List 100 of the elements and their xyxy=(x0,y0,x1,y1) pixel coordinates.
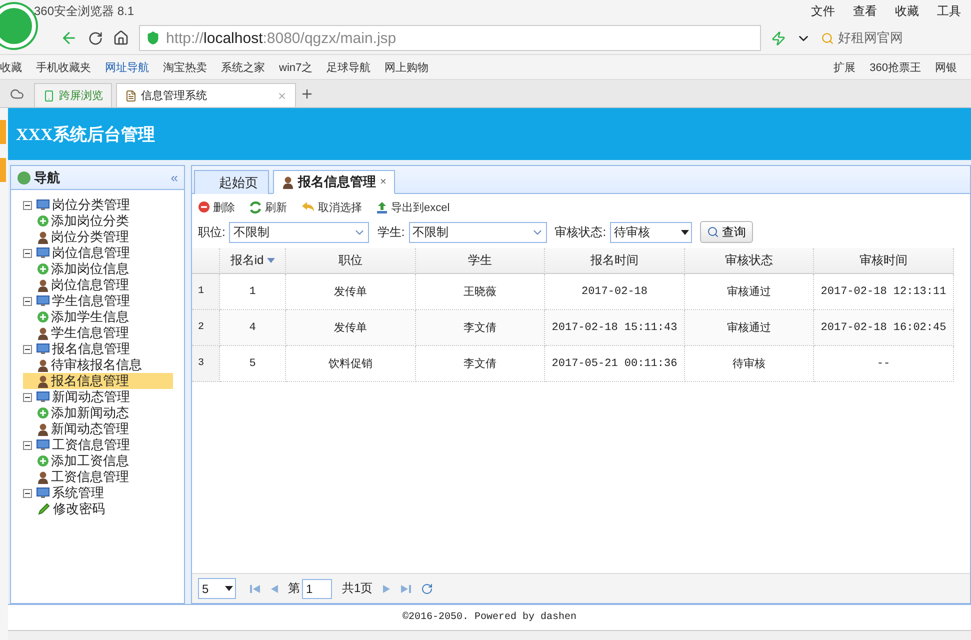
panel-tab[interactable]: 报名信息管理 × xyxy=(273,170,396,194)
person-icon xyxy=(37,422,49,436)
tree-item[interactable]: 添加新闻动态 xyxy=(23,405,173,421)
favorites-menu[interactable]: 收藏 xyxy=(0,60,22,74)
table-cell: 李文倩 xyxy=(416,346,545,382)
close-tab-button[interactable]: × xyxy=(380,176,386,188)
tree-item[interactable]: 岗位信息管理 xyxy=(23,277,173,293)
tree-item[interactable]: 工资信息管理 xyxy=(23,469,173,485)
person-icon xyxy=(37,230,49,244)
tree-group[interactable]: 岗位分类管理 xyxy=(23,197,184,213)
collapse-icon[interactable] xyxy=(23,248,32,258)
tree-item[interactable]: 岗位分类管理 xyxy=(23,229,173,245)
toolbar-button[interactable]: 取消选择 xyxy=(301,200,362,214)
menu-item[interactable]: 文件 xyxy=(811,2,835,20)
tree-item[interactable]: 添加岗位分类 xyxy=(23,213,173,229)
monitor-icon xyxy=(36,391,50,403)
monitor-icon xyxy=(36,199,50,211)
row-number: 3 xyxy=(192,346,220,382)
menu-item[interactable]: 查看 xyxy=(853,2,877,20)
filter-label: 职位: xyxy=(198,224,226,240)
delete-icon xyxy=(198,201,210,213)
column-header[interactable]: 审核时间 xyxy=(814,248,954,274)
bookmark-link[interactable]: 网上购物 xyxy=(384,60,429,74)
filter-label: 审核状态: xyxy=(554,224,606,240)
table-cell: 王晓薇 xyxy=(416,274,545,310)
extension-button[interactable]: 扩展 xyxy=(834,60,856,74)
combo-field[interactable]: 不限制 xyxy=(408,222,547,242)
home-icon[interactable] xyxy=(113,30,129,46)
bookmark-link[interactable]: 系统之家 xyxy=(221,60,265,74)
select-field[interactable]: 待审核 xyxy=(610,222,692,242)
menu-item[interactable]: 收藏 xyxy=(895,2,919,20)
address-field[interactable]: http://localhost:8080/qgzx/main.jsp xyxy=(139,25,761,51)
tree-item[interactable]: 添加工资信息 xyxy=(23,453,173,469)
toolbar-button[interactable]: 导出到excel xyxy=(376,200,450,214)
table-cell: 待审核 xyxy=(685,346,814,382)
search-icon xyxy=(821,32,834,44)
collapse-icon[interactable] xyxy=(23,440,32,450)
table-cell: 发传单 xyxy=(286,274,416,310)
window-title: 360安全浏览器 8.1 xyxy=(34,2,134,20)
table-cell: 审核通过 xyxy=(685,310,814,346)
dropdown-arrow-icon[interactable] xyxy=(225,586,233,591)
collapse-icon[interactable] xyxy=(23,200,32,210)
row-number: 2 xyxy=(192,310,220,346)
table-cell: 1 xyxy=(220,274,286,310)
bookmark-link[interactable]: 网址导航 xyxy=(105,60,149,74)
bookmark-link[interactable]: 足球导航 xyxy=(326,60,371,74)
column-header[interactable]: 职位 xyxy=(286,248,416,274)
tree-item[interactable]: 新闻动态管理 xyxy=(23,421,173,437)
toolbar-button[interactable]: 刷新 xyxy=(249,200,287,214)
reload-icon[interactable] xyxy=(88,30,103,46)
reload-icon[interactable] xyxy=(420,582,433,594)
menu-item[interactable]: 工具 xyxy=(937,2,961,20)
monitor-icon xyxy=(36,247,50,259)
page-total: 共1页 xyxy=(342,580,373,597)
browser-tab[interactable]: 跨屏浏览 xyxy=(34,83,112,107)
cloud-icon[interactable] xyxy=(10,86,24,100)
table-cell: 5 xyxy=(220,346,286,382)
phone-icon xyxy=(43,90,55,102)
tree-item[interactable]: 学生信息管理 xyxy=(23,325,173,341)
extension-button[interactable]: 360抢票王 xyxy=(870,60,921,74)
collapse-icon[interactable] xyxy=(23,344,32,354)
tree-group[interactable]: 系统管理 xyxy=(23,485,184,501)
monitor-icon xyxy=(36,487,50,499)
collapse-icon[interactable] xyxy=(23,296,32,306)
tree-group[interactable]: 报名信息管理 xyxy=(23,341,184,357)
search-field[interactable]: 好租网官网 xyxy=(821,29,961,47)
tree-group[interactable]: 岗位信息管理 xyxy=(23,245,184,261)
tree-item[interactable]: 报名信息管理 xyxy=(23,373,173,389)
tree-group[interactable]: 新闻动态管理 xyxy=(23,389,184,405)
toolbar-button[interactable]: 删除 xyxy=(198,200,235,214)
bookmark-link[interactable]: win7之 xyxy=(279,60,313,74)
undo-arrow-icon xyxy=(301,201,315,213)
table-cell: 2017-05-21 00:11:36 xyxy=(545,346,685,382)
column-header[interactable]: 审核状态 xyxy=(685,248,814,274)
tree-group[interactable]: 学生信息管理 xyxy=(23,293,184,309)
tree-item[interactable]: 添加学生信息 xyxy=(23,309,173,325)
tree-item[interactable]: 添加岗位信息 xyxy=(23,261,173,277)
add-icon xyxy=(37,455,49,467)
tree-item[interactable]: 待审核报名信息 xyxy=(23,357,173,373)
person-icon xyxy=(37,358,49,372)
bookmark-link[interactable]: 淘宝热卖 xyxy=(163,60,207,74)
collapse-icon[interactable] xyxy=(23,392,32,402)
page-size-select[interactable]: 5 xyxy=(198,578,236,599)
column-header[interactable]: 学生 xyxy=(416,248,545,274)
new-tab-icon[interactable] xyxy=(300,86,314,100)
person-icon xyxy=(37,278,49,292)
close-icon[interactable] xyxy=(277,90,287,100)
extension-button[interactable]: 网银 xyxy=(935,60,957,74)
browser-tab[interactable]: 信息管理系统 xyxy=(116,83,296,107)
tree-group[interactable]: 工资信息管理 xyxy=(23,437,184,453)
dropdown-arrow-icon[interactable] xyxy=(681,230,690,234)
column-header[interactable]: 报名id xyxy=(220,248,286,274)
page-input[interactable]: 1 xyxy=(302,578,332,598)
query-button[interactable]: 查询 xyxy=(700,221,754,243)
bookmark-link[interactable]: 手机收藏夹 xyxy=(36,60,91,74)
column-header[interactable]: 报名时间 xyxy=(545,248,685,274)
panel-tab[interactable]: 起始页 xyxy=(194,170,269,194)
combo-field[interactable]: 不限制 xyxy=(229,222,370,242)
collapse-icon[interactable] xyxy=(23,488,32,498)
tree-item[interactable]: 修改密码 xyxy=(23,501,173,517)
